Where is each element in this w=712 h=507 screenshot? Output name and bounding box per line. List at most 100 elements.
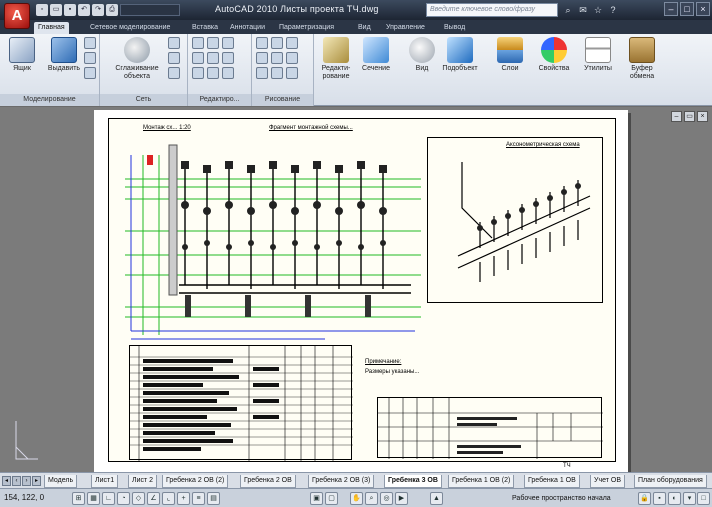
lock-icon[interactable]: 🔒 xyxy=(638,492,651,505)
drawing-minimize-icon[interactable]: – xyxy=(671,111,682,122)
dyn-icon[interactable]: + xyxy=(177,492,190,505)
next-tab-icon[interactable]: › xyxy=(22,476,31,486)
layout-tab-manifold-2-ov-2[interactable]: Гребенка 2 ОВ (2) xyxy=(162,475,229,488)
separate-icon[interactable] xyxy=(222,67,234,79)
sweep-icon[interactable] xyxy=(84,52,96,64)
showmotion-icon[interactable]: ▶ xyxy=(395,492,408,505)
tab-view[interactable]: Вид xyxy=(354,22,375,34)
steering-wheel-icon[interactable]: ◎ xyxy=(380,492,393,505)
layout-tab-manifold-2-ov[interactable]: Гребенка 2 ОВ xyxy=(240,475,296,488)
pan-icon[interactable]: ✋ xyxy=(350,492,363,505)
point-icon[interactable] xyxy=(286,67,298,79)
isolate-objects-icon[interactable]: ◐ xyxy=(668,492,681,505)
otrack-icon[interactable]: ∠ xyxy=(147,492,160,505)
intersect-icon[interactable] xyxy=(222,37,234,49)
loft-icon[interactable] xyxy=(84,67,96,79)
layout-tab-sheet1[interactable]: Лист1 xyxy=(91,475,119,488)
model-space-icon[interactable]: ▣ xyxy=(310,492,323,505)
snap-icon[interactable]: ⊞ xyxy=(72,492,85,505)
clipboard-button[interactable]: Буфер обмена xyxy=(622,37,662,81)
drawing-area[interactable]: – ▭ × Монтаж сх... 1:20 Фрагмент монтажн… xyxy=(0,107,712,472)
maximize-icon[interactable]: □ xyxy=(680,2,694,16)
undo-icon[interactable]: ↶ xyxy=(78,4,90,16)
drawing-close-icon[interactable]: × xyxy=(697,111,708,122)
subobject-button[interactable]: Подобъект xyxy=(440,37,480,73)
plot-icon[interactable]: ⎙ xyxy=(106,4,118,16)
layout-tab-account-ov[interactable]: Учет ОВ xyxy=(590,475,626,488)
circle-icon[interactable] xyxy=(271,52,283,64)
application-menu-button[interactable]: A xyxy=(4,3,30,29)
open-file-icon[interactable]: ▭ xyxy=(50,4,62,16)
layout-tab-manifold-3-ov[interactable]: Гребенка 3 ОВ xyxy=(384,475,442,488)
minimize-icon[interactable]: – xyxy=(664,2,678,16)
zoom-icon[interactable]: ⌕ xyxy=(365,492,378,505)
redo-icon[interactable]: ↷ xyxy=(92,4,104,16)
revolve-icon[interactable] xyxy=(84,37,96,49)
layers-button[interactable]: Слои xyxy=(490,37,530,73)
osnap-icon[interactable]: ◇ xyxy=(132,492,145,505)
imprint-icon[interactable] xyxy=(207,67,219,79)
extrude-button[interactable]: Выдавить xyxy=(44,37,84,73)
layout-icon[interactable]: ▢ xyxy=(325,492,338,505)
layout-tab-manifold-1-ov-2[interactable]: Гребенка 1 ОВ (2) xyxy=(448,475,515,488)
ortho-icon[interactable]: ∟ xyxy=(102,492,115,505)
communication-center-icon[interactable]: ✉ xyxy=(577,4,589,16)
tab-output[interactable]: Вывод xyxy=(440,22,469,34)
subtract-icon[interactable] xyxy=(207,37,219,49)
lineweight-icon[interactable]: ≡ xyxy=(192,492,205,505)
save-icon[interactable]: ▪ xyxy=(64,4,76,16)
box-button[interactable]: Ящик xyxy=(2,37,42,73)
arc-icon[interactable] xyxy=(286,37,298,49)
layout-tab-sheet2[interactable]: Лист 2 xyxy=(128,475,158,488)
tab-mesh-modeling[interactable]: Сетевое моделирование xyxy=(86,22,174,34)
helix-icon[interactable] xyxy=(271,67,283,79)
quick-properties-icon[interactable]: ▤ xyxy=(207,492,220,505)
clean-screen-icon[interactable]: □ xyxy=(697,492,710,505)
line-icon[interactable] xyxy=(256,37,268,49)
chamfer-edge-icon[interactable] xyxy=(207,52,219,64)
smooth-object-button[interactable]: Сглаживание объекта xyxy=(114,37,160,81)
drawing-restore-icon[interactable]: ▭ xyxy=(684,111,695,122)
fillet-edge-icon[interactable] xyxy=(192,52,204,64)
edit-fx-button[interactable]: Редакти-рование xyxy=(316,37,356,81)
rectangle-icon[interactable] xyxy=(256,52,268,64)
panel-edit-title[interactable]: Редактиро... xyxy=(188,94,251,106)
mesh-refine-icon[interactable] xyxy=(168,67,180,79)
properties-button[interactable]: Свойства xyxy=(534,37,574,73)
spline-icon[interactable] xyxy=(286,52,298,64)
polygon-icon[interactable] xyxy=(256,67,268,79)
tab-manage[interactable]: Управление xyxy=(382,22,429,34)
shell-icon[interactable] xyxy=(222,52,234,64)
new-file-icon[interactable]: ▫ xyxy=(36,4,48,16)
extract-edges-icon[interactable] xyxy=(192,67,204,79)
section-button[interactable]: Сечение xyxy=(356,37,396,73)
polyline-icon[interactable] xyxy=(271,37,283,49)
polar-icon[interactable]: ◔ xyxy=(117,492,130,505)
first-tab-icon[interactable]: ◂ xyxy=(2,476,11,486)
layout-tab-model[interactable]: Модель xyxy=(44,475,78,488)
panel-draw-title[interactable]: Рисование xyxy=(252,94,313,106)
panel-modeling-title[interactable]: Моделирование xyxy=(0,94,99,106)
annotation-scale-icon[interactable]: ▲ xyxy=(430,492,443,505)
favorites-icon[interactable]: ☆ xyxy=(592,4,604,16)
panel-mesh-title[interactable]: Сеть xyxy=(100,94,187,106)
tab-parametric[interactable]: Параметризация xyxy=(275,22,338,34)
ducs-icon[interactable]: ⌞ xyxy=(162,492,175,505)
workspace-dropdown[interactable] xyxy=(120,4,180,16)
prev-tab-icon[interactable]: ‹ xyxy=(12,476,21,486)
tab-insert[interactable]: Вставка xyxy=(188,22,222,34)
tab-annotate[interactable]: Аннотации xyxy=(226,22,269,34)
layout-tab-manifold-2-ov-3[interactable]: Гребенка 2 ОВ (3) xyxy=(308,475,375,488)
workspace-switch[interactable]: Рабочее пространство начала xyxy=(498,492,611,505)
search-input[interactable]: Введите ключевое слово/фразу xyxy=(426,3,558,17)
grid-icon[interactable]: ▦ xyxy=(87,492,100,505)
view-button[interactable]: Вид xyxy=(402,37,442,73)
layout-tab-manifold-1-ov[interactable]: Гребенка 1 ОВ xyxy=(524,475,580,488)
close-icon[interactable]: × xyxy=(696,2,710,16)
mesh-smooth-less-icon[interactable] xyxy=(168,52,180,64)
layout-tab-equipment-plan[interactable]: План оборудования xyxy=(634,475,707,488)
search-icon[interactable]: ⌕ xyxy=(562,4,574,16)
status-tray-menu-icon[interactable]: ▾ xyxy=(683,492,696,505)
mesh-smooth-more-icon[interactable] xyxy=(168,37,180,49)
utilities-button[interactable]: Утилиты xyxy=(578,37,618,73)
